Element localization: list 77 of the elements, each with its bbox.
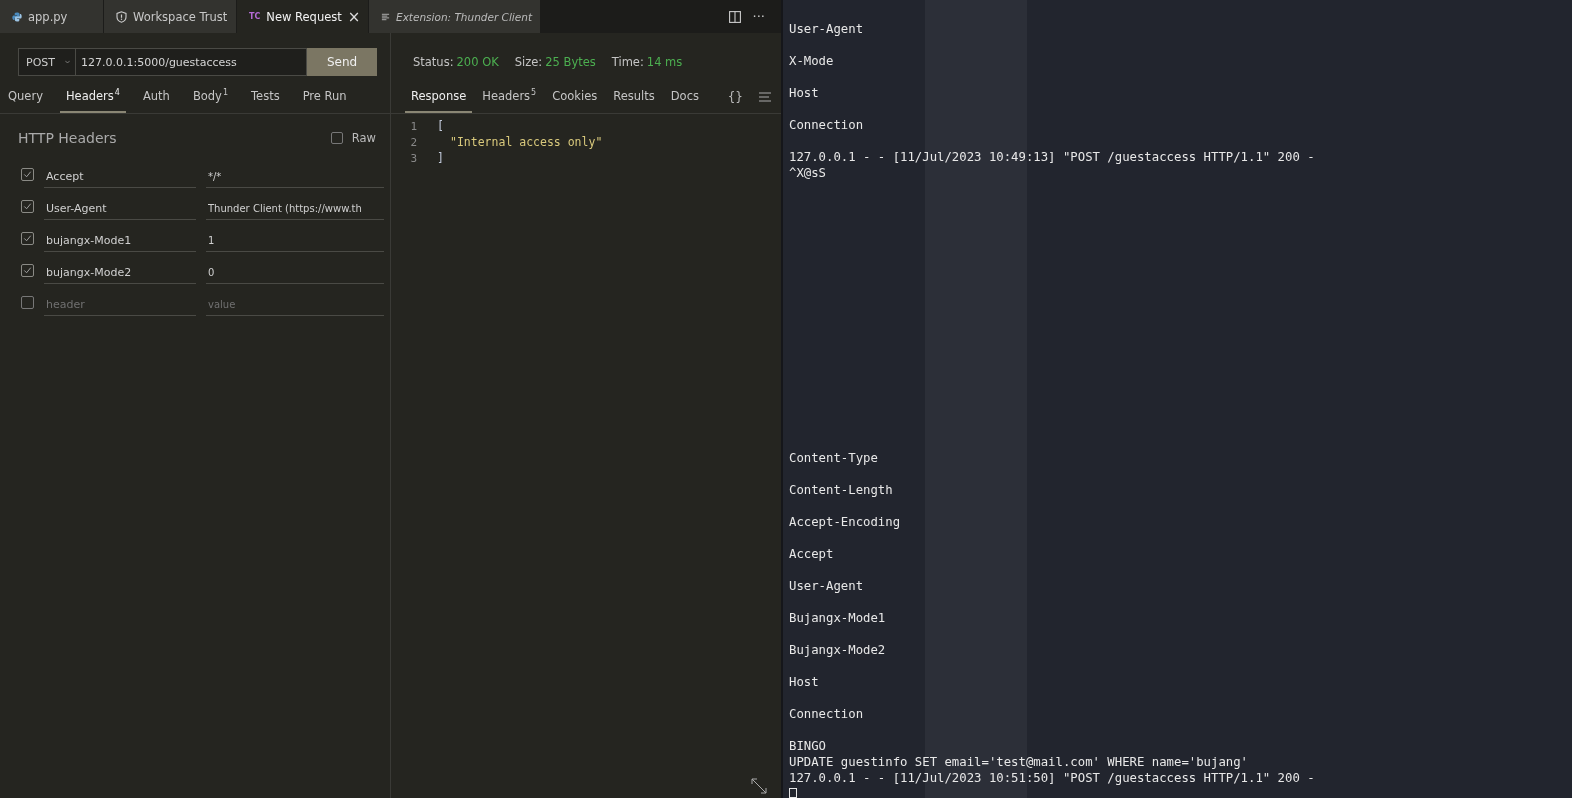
method-dropdown[interactable]: POST <box>18 48 76 76</box>
status-label: Size: <box>514 55 543 69</box>
panel-tab[interactable]: Pre Run <box>296 80 353 113</box>
code-text: ] <box>437 151 444 165</box>
terminal-line: 127.0.0.1 - - [11/Jul/2023 10:51:50] "POST /guestaccess HTTP/1.1" 200 - <box>789 770 1316 786</box>
panel-tab[interactable]: Auth <box>136 80 176 113</box>
header-value-field[interactable]: Thunder Client (https://www.th <box>206 198 384 220</box>
terminal-line: Bujangx-Mode1 <box>789 610 887 626</box>
panel-tab[interactable]: Query <box>2 80 49 113</box>
status-value: 200 OK <box>456 55 499 69</box>
header-name-field[interactable]: bujangx-Mode2 <box>44 262 196 284</box>
menu-icon[interactable] <box>759 91 771 102</box>
terminal-line: Content-Length <box>789 482 894 498</box>
panel-tab[interactable]: Cookies <box>546 80 604 113</box>
terminal-line: 127.0.0.1 - - [11/Jul/2023 10:49:13] "POST /guestaccess HTTP/1.1" 200 - <box>789 149 1316 165</box>
url-field[interactable]: 127.0.0.1:5000/guestaccess <box>76 48 307 76</box>
terminal-line: BINGO <box>789 738 828 754</box>
header-checkbox[interactable] <box>21 199 34 213</box>
close-icon[interactable]: × <box>347 7 361 26</box>
panel-tab[interactable]: Response <box>405 80 473 113</box>
header-checkbox[interactable] <box>21 263 34 277</box>
chevron-down-icon <box>65 59 70 65</box>
panel-tab[interactable]: Tests <box>245 80 286 113</box>
line-number: 1 <box>409 119 417 133</box>
header-name-field[interactable]: Accept <box>44 166 196 188</box>
section-title: HTTP Headers <box>18 130 117 146</box>
terminal-line: Accept-Encoding <box>789 514 902 530</box>
header-name-field[interactable]: User-Agent <box>44 198 196 220</box>
terminal-line: Host <box>789 85 820 101</box>
terminal-line: X-Mode <box>789 53 835 69</box>
line-number: 3 <box>409 151 417 165</box>
send-button[interactable]: Send <box>307 48 377 76</box>
code-text: "Internal access only" <box>450 135 603 149</box>
code-text: [ <box>437 119 444 133</box>
panel-tab[interactable]: Headers$^{4}$ <box>59 80 126 113</box>
header-name-field[interactable]: bujangx-Mode1 <box>44 230 196 252</box>
status-label: Time: <box>611 55 644 69</box>
header-name-field[interactable]: header <box>44 294 196 316</box>
resize-icon <box>751 778 767 794</box>
document-lines-icon <box>381 11 390 22</box>
terminal-line: Connection <box>789 706 865 722</box>
header-checkbox[interactable] <box>21 231 34 245</box>
editor-tab[interactable]: Workspace Trust <box>104 0 237 33</box>
terminal-line: User-Agent <box>789 578 865 594</box>
line-number: 2 <box>409 135 417 149</box>
status-value: 14 ms <box>646 55 683 69</box>
status-value: 25 Bytes <box>545 55 596 69</box>
header-value-field[interactable]: value <box>206 294 384 316</box>
header-value-field[interactable]: */* <box>206 166 384 188</box>
terminal-line: Host <box>789 674 820 690</box>
tc-label: TC <box>249 12 261 21</box>
header-checkbox[interactable] <box>21 295 34 309</box>
format-json-icon[interactable]: {} <box>727 89 743 104</box>
checkbox-label: Raw <box>351 131 376 145</box>
shield-icon <box>116 10 127 23</box>
panel-tab[interactable]: Docs <box>664 80 705 113</box>
header-value-field[interactable]: 1 <box>206 230 384 252</box>
terminal-line: UPDATE guestinfo SET email='test@mail.com' WHERE name='bujang' <box>789 754 1249 770</box>
python-icon <box>12 11 22 22</box>
raw-checkbox[interactable] <box>330 132 343 144</box>
editor-tab[interactable]: TC New Request × <box>237 0 369 33</box>
header-value-field[interactable]: 0 <box>206 262 384 284</box>
editor-tab[interactable]: Extension: Thunder Client <box>369 0 541 33</box>
header-checkbox[interactable] <box>21 167 34 181</box>
terminal-line: Content-Type <box>789 450 879 466</box>
status-label: Status: <box>413 55 454 69</box>
panel-tab[interactable]: Headers$^{5}$ <box>476 80 543 113</box>
terminal-line: Connection <box>789 117 865 133</box>
editor-tab[interactable]: app.py <box>0 0 104 33</box>
terminal-line: Bujangx-Mode2 <box>789 642 887 658</box>
panel-tab[interactable]: Results <box>607 80 661 113</box>
terminal-line: Accept <box>789 546 835 562</box>
split-editor-icon[interactable] <box>728 10 741 23</box>
panel-tab[interactable]: Body$^{1}$ <box>186 80 234 113</box>
terminal-line: User-Agent <box>789 21 865 37</box>
terminal-line: ^X@sS <box>789 165 828 181</box>
more-actions-icon[interactable]: ··· <box>752 9 765 24</box>
